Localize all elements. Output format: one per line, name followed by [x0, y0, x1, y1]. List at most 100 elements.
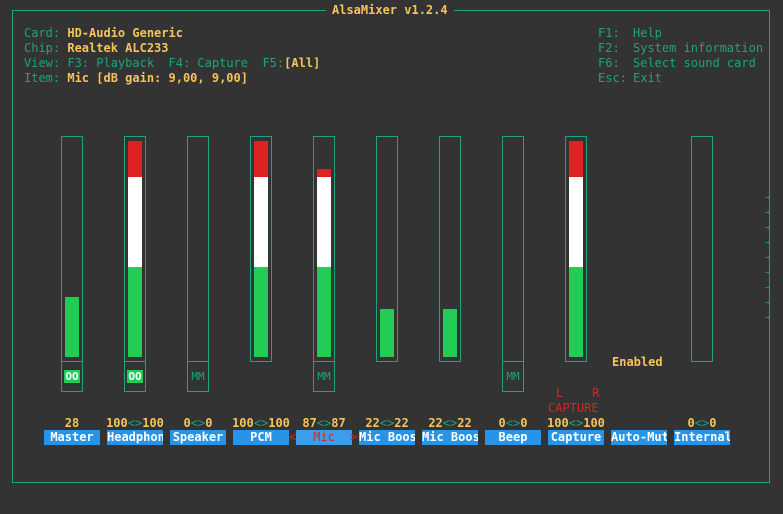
- volume-bar[interactable]: [439, 136, 461, 362]
- view-f5: F5:: [262, 56, 285, 70]
- volume-bar[interactable]: [250, 136, 272, 362]
- volume-bar[interactable]: [502, 136, 524, 362]
- channel-label[interactable]: Speaker: [170, 430, 226, 445]
- volume-bar[interactable]: [187, 136, 209, 362]
- volume-left: 100: [232, 416, 254, 430]
- volume-fill: [317, 267, 331, 357]
- value-separator: <>: [127, 416, 143, 430]
- capture-lr-label: L R: [556, 386, 600, 400]
- mute-switch[interactable]: MM: [187, 362, 209, 392]
- scroll-arrow-icon: →: [765, 208, 771, 218]
- volume-left: 28: [64, 416, 80, 430]
- scroll-arrow-icon: →: [765, 298, 771, 308]
- volume-left: 0: [687, 416, 695, 430]
- selection-left-arrow: <: [289, 430, 297, 444]
- scroll-arrow-icon: →: [765, 223, 771, 233]
- scroll-indicator[interactable]: → → → → → → → → →: [765, 191, 770, 326]
- channel-label[interactable]: Mic: [296, 430, 352, 445]
- volume-fill: [380, 309, 394, 357]
- help-keys: F1: Help F2: System information F6: Select …: [598, 26, 763, 86]
- chip-label: Chip:: [24, 41, 61, 55]
- value-separator: <>: [190, 416, 206, 430]
- volume-left: 87: [302, 416, 317, 430]
- volume-bar[interactable]: [565, 136, 587, 362]
- volume-left: 100: [547, 416, 569, 430]
- view-capture[interactable]: F4: Capture: [169, 56, 248, 70]
- value-separator: <>: [505, 416, 521, 430]
- value-separator: <>: [568, 416, 584, 430]
- view-label: View:: [24, 56, 61, 70]
- help-text[interactable]: Exit: [633, 71, 662, 85]
- scroll-arrow-icon: →: [765, 253, 771, 263]
- volume-bar[interactable]: [61, 136, 83, 362]
- scroll-arrow-icon: →: [765, 238, 771, 248]
- volume-fill: [317, 169, 331, 177]
- volume-right: 22: [457, 416, 472, 430]
- help-key: F6:: [598, 56, 620, 70]
- card-info: Card: HD-Audio Generic Chip: Realtek ALC…: [24, 26, 320, 86]
- value-separator: <>: [253, 416, 269, 430]
- volume-left: 0: [498, 416, 506, 430]
- channel-label[interactable]: PCM: [233, 430, 289, 445]
- mute-switch[interactable]: MM: [502, 362, 524, 392]
- channel-label[interactable]: Mic Boos: [422, 430, 478, 445]
- window-title: AlsaMixer v1.2.4: [326, 3, 454, 18]
- volume-fill: [128, 141, 142, 177]
- chip-value: Realtek ALC233: [67, 41, 169, 55]
- auto-mute-value: Enabled: [612, 355, 663, 369]
- channel-label[interactable]: Headphon: [107, 430, 163, 445]
- channel-label[interactable]: Master: [44, 430, 100, 445]
- volume-bar[interactable]: [124, 136, 146, 362]
- volume-fill: [65, 296, 79, 357]
- channel-label[interactable]: Mic Boos: [359, 430, 415, 445]
- mute-switch[interactable]: OO: [61, 362, 83, 392]
- volume-right: 0: [205, 416, 213, 430]
- value-separator: <>: [694, 416, 710, 430]
- value-separator: <>: [442, 416, 458, 430]
- mute-switch-state: MM: [506, 370, 520, 383]
- capture-label: CAPTURE: [548, 401, 599, 415]
- volume-fill: [254, 177, 268, 267]
- mute-switch[interactable]: OO: [124, 362, 146, 392]
- scroll-arrow-icon: →: [765, 268, 771, 278]
- volume-bar[interactable]: [313, 136, 335, 362]
- help-key: F1:: [598, 26, 620, 40]
- volume-bar[interactable]: [376, 136, 398, 362]
- volume-bar[interactable]: [691, 136, 713, 362]
- volume-right: 100: [583, 416, 605, 430]
- help-text[interactable]: System information: [633, 41, 763, 55]
- volume-left: 22: [428, 416, 443, 430]
- volume-fill: [569, 267, 583, 357]
- help-text[interactable]: Select sound card: [633, 56, 756, 70]
- volume-fill: [569, 177, 583, 267]
- volume-right: 0: [520, 416, 528, 430]
- volume-fill: [128, 177, 142, 267]
- card-label: Card:: [24, 26, 61, 40]
- channel-label[interactable]: Auto-Mut: [611, 430, 667, 445]
- item-value: Mic [dB gain: 9,00, 9,00]: [67, 71, 248, 85]
- scroll-arrow-icon: →: [765, 313, 771, 323]
- channel-label[interactable]: Capture: [548, 430, 604, 445]
- volume-fill: [254, 267, 268, 357]
- volume-right: 22: [394, 416, 409, 430]
- volume-value: 100<>100: [536, 416, 616, 431]
- view-all[interactable]: [All]: [284, 56, 320, 70]
- mute-switch-state: MM: [191, 370, 205, 383]
- scroll-arrow-icon: →: [765, 193, 771, 203]
- scroll-arrow-icon: →: [765, 283, 771, 293]
- volume-fill: [317, 177, 331, 267]
- volume-left: 22: [365, 416, 380, 430]
- volume-left: 100: [106, 416, 128, 430]
- mute-switch[interactable]: MM: [313, 362, 335, 392]
- mute-switch-state: MM: [317, 370, 331, 383]
- volume-right: 87: [331, 416, 346, 430]
- item-label: Item:: [24, 71, 61, 85]
- volume-fill: [128, 267, 142, 357]
- help-text[interactable]: Help: [633, 26, 662, 40]
- channel-label[interactable]: Beep: [485, 430, 541, 445]
- channel-label[interactable]: Internal: [674, 430, 730, 445]
- mute-switch-state: OO: [64, 370, 80, 383]
- view-playback[interactable]: F3: Playback: [67, 56, 154, 70]
- card-value: HD-Audio Generic: [67, 26, 183, 40]
- volume-fill: [443, 309, 457, 357]
